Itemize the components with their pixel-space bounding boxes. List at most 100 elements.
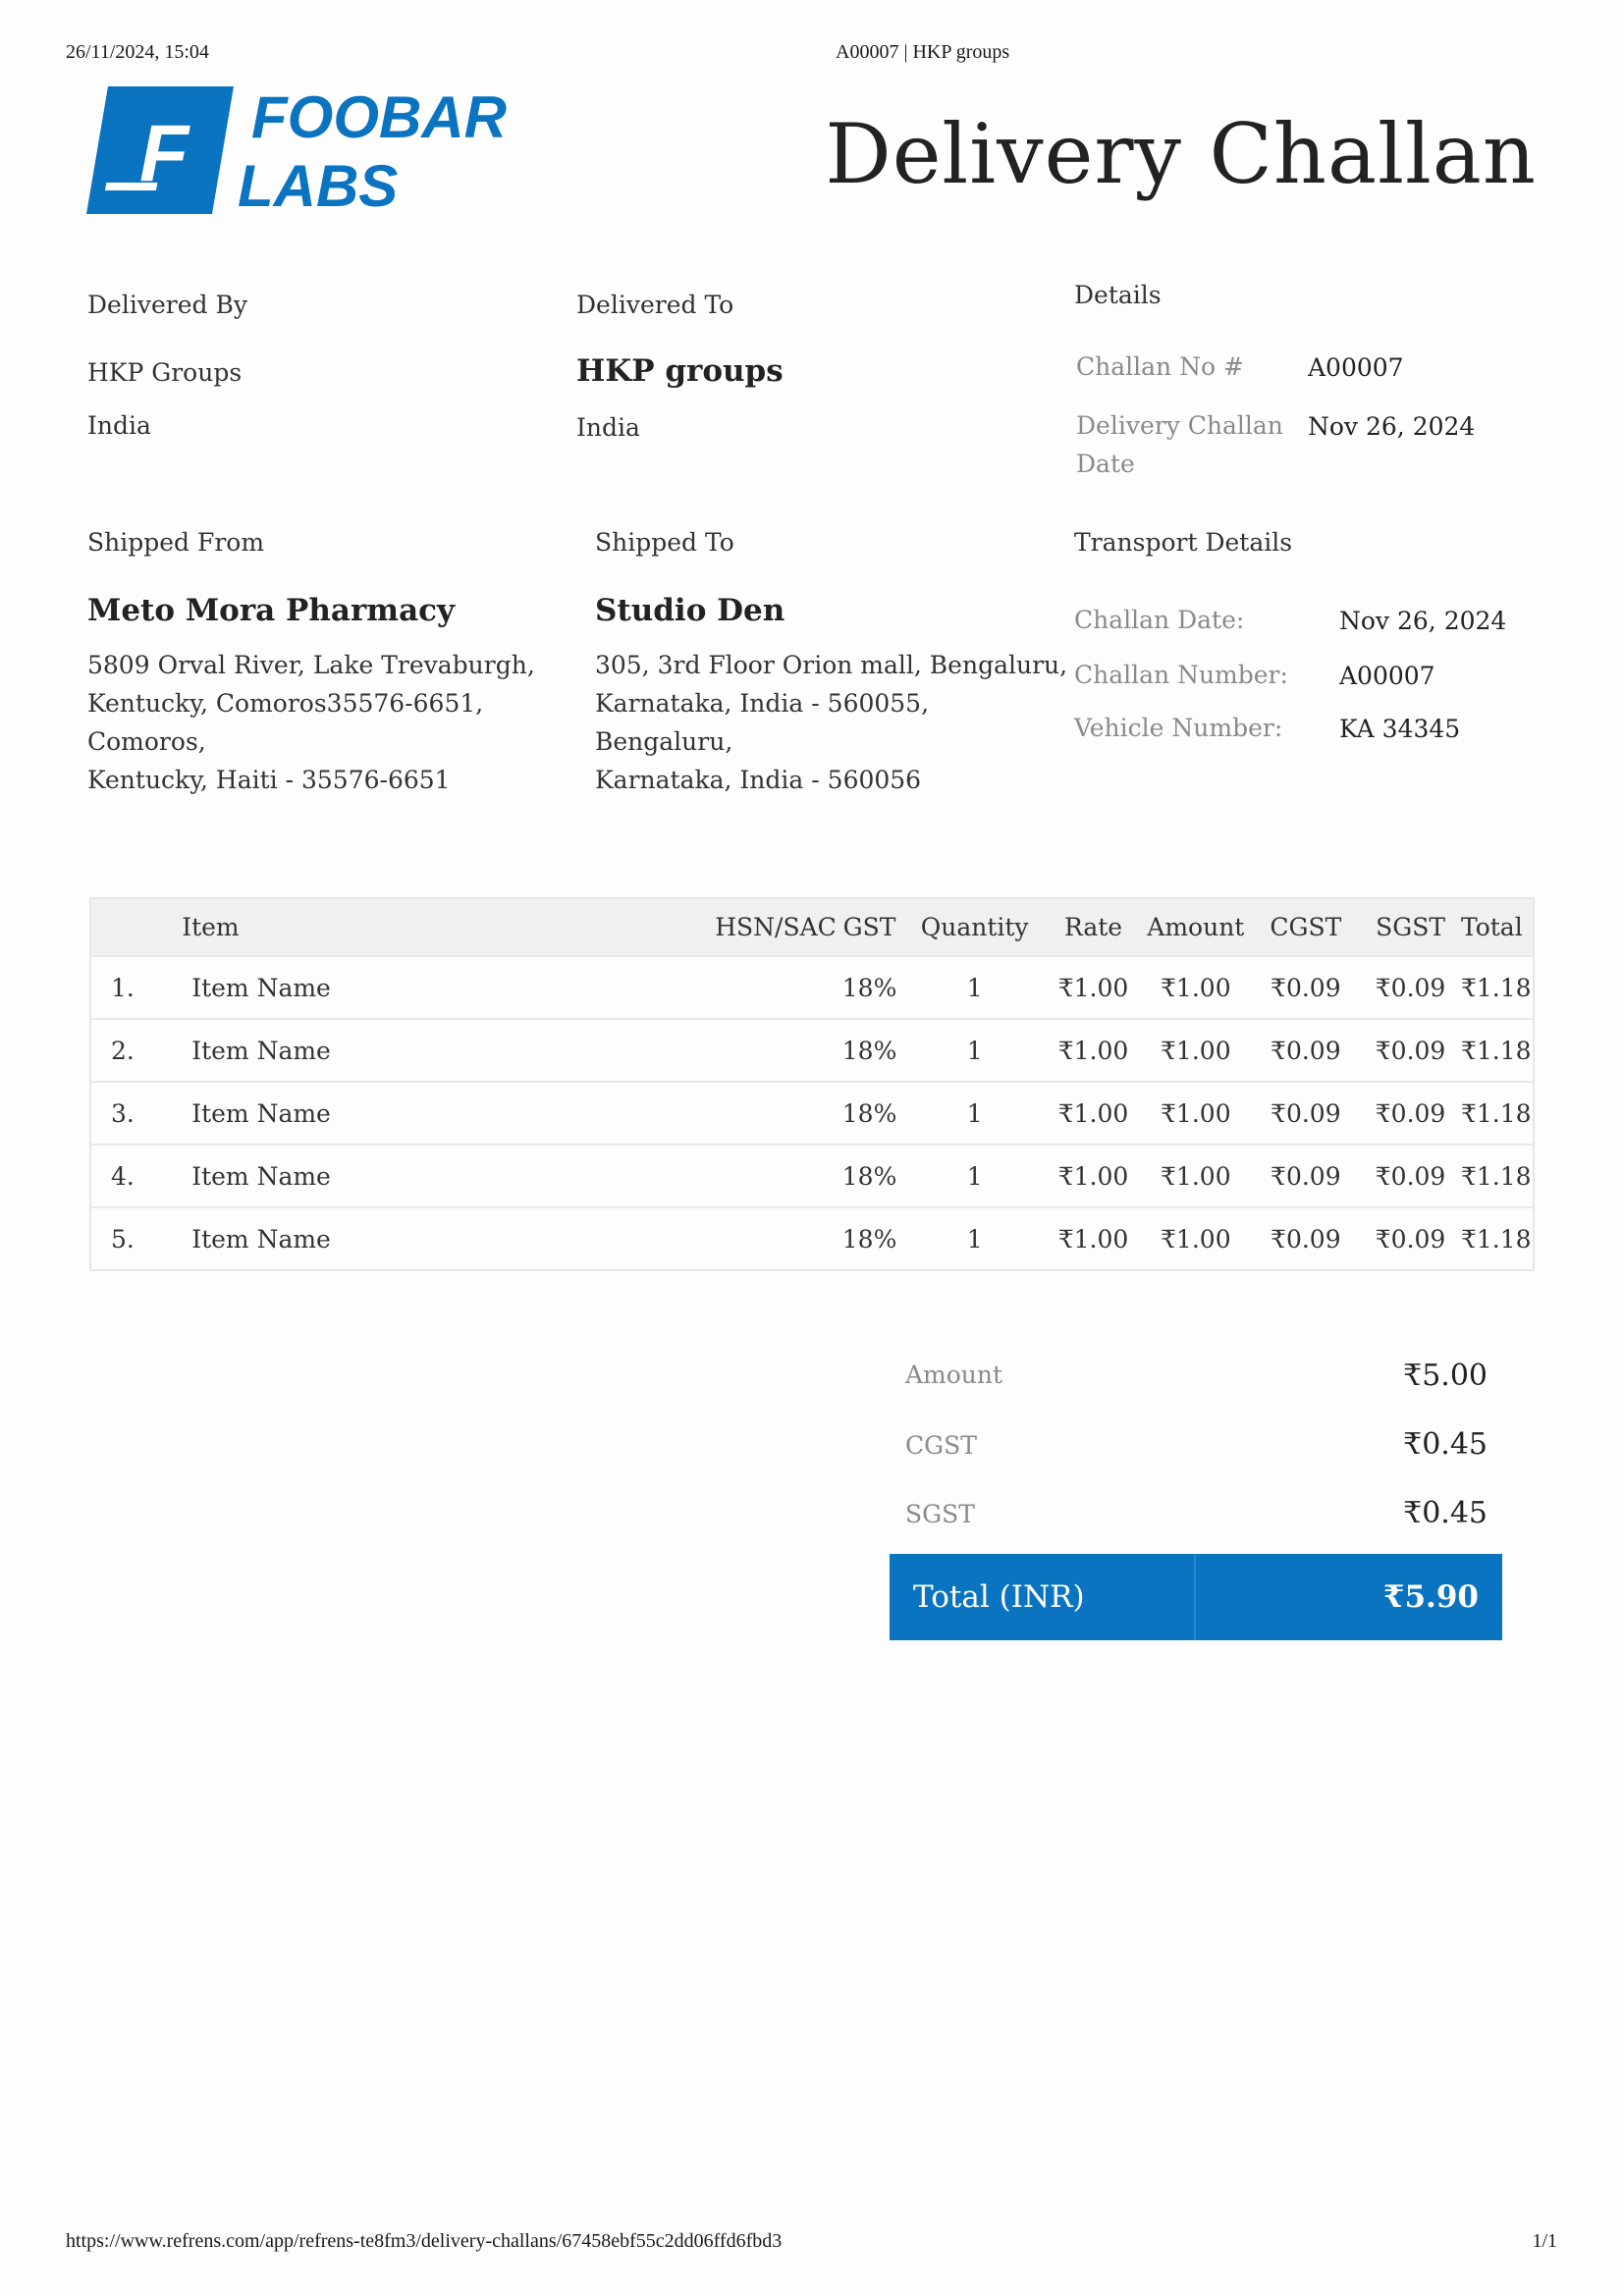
row-quantity: 1 bbox=[902, 1144, 1047, 1207]
transport-challan-number-value: A00007 bbox=[1339, 662, 1435, 690]
header-rate: Rate bbox=[1046, 898, 1141, 956]
header-num bbox=[90, 898, 183, 956]
header-sgst: SGST bbox=[1360, 898, 1461, 956]
row-hsn bbox=[715, 1144, 837, 1207]
foobar-labs-logo-icon: F FOOBAR LABS bbox=[86, 84, 507, 219]
transport-details-label: Transport Details bbox=[1074, 528, 1293, 557]
totals-sgst-value: ₹0.45 bbox=[1403, 1496, 1488, 1530]
svg-text:FOOBAR: FOOBAR bbox=[251, 84, 507, 150]
row-number: 2. bbox=[90, 1018, 183, 1082]
row-hsn bbox=[715, 1206, 837, 1270]
row-number: 4. bbox=[90, 1144, 183, 1207]
totals-sgst-label: SGST bbox=[905, 1500, 975, 1528]
row-gst: 18% bbox=[836, 1206, 903, 1270]
delivered-by-country: India bbox=[87, 411, 151, 440]
row-amount: ₹1.00 bbox=[1140, 1081, 1252, 1145]
transport-challan-date-label: Challan Date: bbox=[1074, 606, 1245, 634]
table-row: 4. Item Name 18% 1 ₹1.00 ₹1.00 ₹0.09 ₹0.… bbox=[90, 1144, 1534, 1207]
row-hsn bbox=[715, 1018, 837, 1082]
delivered-to-country: India bbox=[576, 413, 640, 442]
grand-total-bar: Total (INR) ₹5.90 bbox=[890, 1554, 1502, 1640]
table-header-row: Item HSN/SAC GST Quantity Rate Amount CG… bbox=[90, 898, 1534, 956]
header-gst: GST bbox=[836, 898, 903, 956]
row-quantity: 1 bbox=[902, 1018, 1047, 1082]
row-gst: 18% bbox=[836, 1081, 903, 1145]
shipped-to-address: 305, 3rd Floor Orion mall, Bengaluru, Ka… bbox=[595, 651, 1068, 794]
shipped-to-name: Studio Den bbox=[595, 593, 785, 628]
row-gst: 18% bbox=[836, 1018, 903, 1082]
row-item-name: Item Name bbox=[182, 1144, 716, 1207]
delivered-by-name: HKP Groups bbox=[87, 358, 243, 387]
table-row: 1. Item Name 18% 1 ₹1.00 ₹1.00 ₹0.09 ₹0.… bbox=[90, 955, 1534, 1019]
details-label: Details bbox=[1074, 281, 1162, 309]
row-quantity: 1 bbox=[902, 1206, 1047, 1270]
grand-total-label: Total (INR) bbox=[890, 1554, 1196, 1640]
delivered-by-label: Delivered By bbox=[87, 291, 247, 319]
totals-cgst-value: ₹0.45 bbox=[1403, 1427, 1488, 1462]
row-item-name: Item Name bbox=[182, 1206, 716, 1270]
header-amount: Amount bbox=[1140, 898, 1252, 956]
table-row: 2. Item Name 18% 1 ₹1.00 ₹1.00 ₹0.09 ₹0.… bbox=[90, 1018, 1534, 1082]
row-number: 3. bbox=[90, 1081, 183, 1145]
row-hsn bbox=[715, 1081, 837, 1145]
print-title: A00007 | HKP groups bbox=[836, 41, 1010, 63]
row-quantity: 1 bbox=[902, 955, 1047, 1019]
header-cgst: CGST bbox=[1251, 898, 1361, 956]
items-table: Item HSN/SAC GST Quantity Rate Amount CG… bbox=[89, 897, 1535, 1271]
row-cgst: ₹0.09 bbox=[1251, 1018, 1361, 1082]
table-row: 3. Item Name 18% 1 ₹1.00 ₹1.00 ₹0.09 ₹0.… bbox=[90, 1081, 1534, 1145]
print-page-number: 1/1 bbox=[1532, 2230, 1557, 2252]
print-datetime: 26/11/2024, 15:04 bbox=[66, 41, 209, 63]
header-quantity: Quantity bbox=[902, 898, 1047, 956]
shipped-from-label: Shipped From bbox=[87, 528, 265, 557]
totals-amount-label: Amount bbox=[905, 1361, 1003, 1389]
challan-no-value: A00007 bbox=[1308, 353, 1404, 382]
shipped-to-label: Shipped To bbox=[595, 528, 734, 557]
row-rate: ₹1.00 bbox=[1046, 1144, 1141, 1207]
delivery-challan-date-value: Nov 26, 2024 bbox=[1308, 412, 1476, 441]
transport-challan-date-value: Nov 26, 2024 bbox=[1339, 607, 1507, 635]
row-rate: ₹1.00 bbox=[1046, 1081, 1141, 1145]
row-total: ₹1.18 bbox=[1460, 1018, 1534, 1082]
row-sgst: ₹0.09 bbox=[1360, 1144, 1461, 1207]
table-row: 5. Item Name 18% 1 ₹1.00 ₹1.00 ₹0.09 ₹0.… bbox=[90, 1206, 1534, 1270]
row-rate: ₹1.00 bbox=[1046, 1018, 1141, 1082]
row-item-name: Item Name bbox=[182, 955, 716, 1019]
row-sgst: ₹0.09 bbox=[1360, 955, 1461, 1019]
print-url[interactable]: https://www.refrens.com/app/refrens-te8f… bbox=[66, 2230, 782, 2253]
row-cgst: ₹0.09 bbox=[1251, 1206, 1361, 1270]
row-amount: ₹1.00 bbox=[1140, 1018, 1252, 1082]
row-total: ₹1.18 bbox=[1460, 955, 1534, 1019]
row-number: 1. bbox=[90, 955, 183, 1019]
row-total: ₹1.18 bbox=[1460, 1206, 1534, 1270]
header-item: Item bbox=[182, 898, 716, 956]
delivery-challan-date-label: Delivery Challan Date bbox=[1076, 411, 1283, 478]
row-quantity: 1 bbox=[902, 1081, 1047, 1145]
row-amount: ₹1.00 bbox=[1140, 955, 1252, 1019]
svg-text:LABS: LABS bbox=[238, 153, 398, 216]
row-amount: ₹1.00 bbox=[1140, 1206, 1252, 1270]
delivered-to-label: Delivered To bbox=[576, 291, 734, 319]
row-rate: ₹1.00 bbox=[1046, 955, 1141, 1019]
header-total: Total bbox=[1460, 898, 1534, 956]
row-sgst: ₹0.09 bbox=[1360, 1206, 1461, 1270]
shipped-from-name: Meto Mora Pharmacy bbox=[87, 593, 456, 628]
row-cgst: ₹0.09 bbox=[1251, 1144, 1361, 1207]
document-title: Delivery Challan bbox=[825, 106, 1537, 202]
row-rate: ₹1.00 bbox=[1046, 1206, 1141, 1270]
delivered-to-name: HKP groups bbox=[576, 353, 784, 389]
challan-no-label: Challan No # bbox=[1076, 352, 1244, 381]
totals-cgst-label: CGST bbox=[905, 1431, 977, 1460]
company-logo: F FOOBAR LABS bbox=[86, 84, 538, 219]
row-gst: 18% bbox=[836, 955, 903, 1019]
row-gst: 18% bbox=[836, 1144, 903, 1207]
row-total: ₹1.18 bbox=[1460, 1081, 1534, 1145]
row-hsn bbox=[715, 955, 837, 1019]
row-total: ₹1.18 bbox=[1460, 1144, 1534, 1207]
transport-challan-number-label: Challan Number: bbox=[1074, 661, 1288, 689]
row-sgst: ₹0.09 bbox=[1360, 1018, 1461, 1082]
row-sgst: ₹0.09 bbox=[1360, 1081, 1461, 1145]
vehicle-number-value: KA 34345 bbox=[1339, 715, 1461, 743]
header-hsn: HSN/SAC bbox=[715, 898, 837, 956]
row-item-name: Item Name bbox=[182, 1018, 716, 1082]
